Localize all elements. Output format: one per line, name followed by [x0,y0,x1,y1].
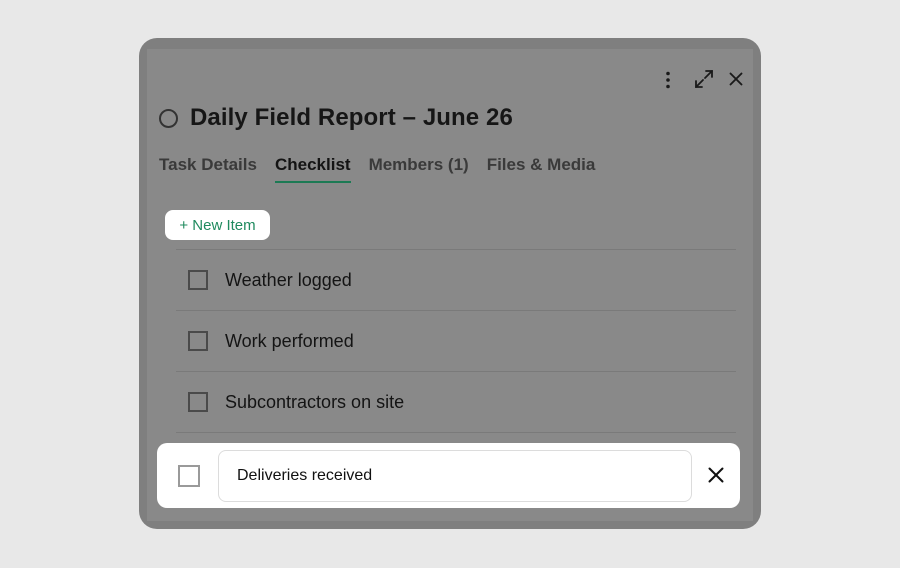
expand-button[interactable] [692,66,716,92]
list-item: Weather logged [176,249,736,310]
cancel-edit-button[interactable] [702,461,730,489]
item-checkbox[interactable] [188,392,208,412]
close-modal-button[interactable] [725,66,747,92]
checklist: Weather logged Work performed Subcontrac… [176,249,736,433]
expand-icon [695,70,713,88]
more-options-button[interactable] [658,67,678,93]
tab-files-media[interactable]: Files & Media [487,155,596,183]
page: Daily Field Report – June 26 Task Detail… [0,0,900,568]
tab-bar: Task Details Checklist Members (1) Files… [159,155,613,183]
close-icon [708,467,724,483]
item-name-input[interactable] [218,450,692,502]
close-icon [729,72,743,86]
tab-members[interactable]: Members (1) [369,155,469,183]
item-checkbox[interactable] [178,465,200,487]
item-checkbox[interactable] [188,270,208,290]
list-item: Subcontractors on site [176,371,736,432]
list-divider [176,432,736,433]
tab-task-details[interactable]: Task Details [159,155,257,183]
new-item-button[interactable]: + New Item [165,210,270,240]
task-status-icon[interactable] [159,109,178,128]
editing-list-item [157,443,740,508]
more-vertical-icon [666,71,670,89]
item-checkbox[interactable] [188,331,208,351]
task-title: Daily Field Report – June 26 [190,104,513,131]
list-item: Work performed [176,310,736,371]
item-label: Subcontractors on site [225,391,405,412]
item-label: Weather logged [225,269,352,290]
item-label: Work performed [225,330,354,351]
tab-checklist[interactable]: Checklist [274,155,351,183]
